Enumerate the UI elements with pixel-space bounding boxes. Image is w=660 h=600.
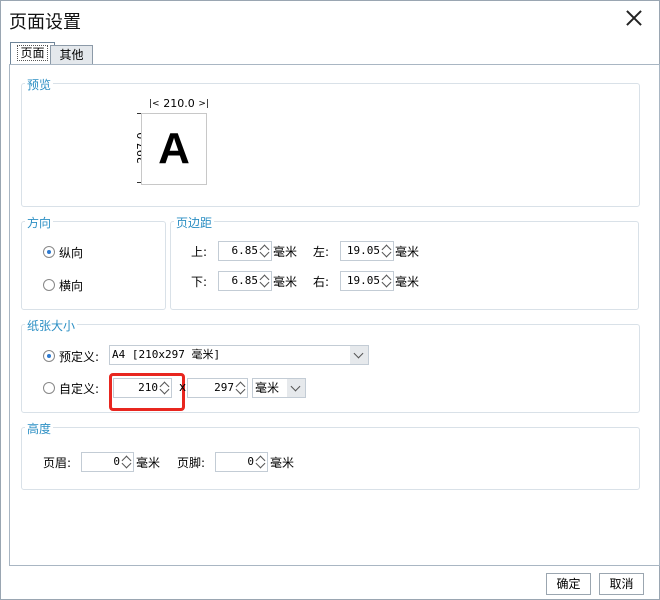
margin-bottom-unit: 毫米 <box>273 275 298 289</box>
cancel-button[interactable]: 取消 <box>599 573 644 595</box>
page-setup-dialog: 页面设置 页面 其他 预览 210.0 297.0 A 方向 纵向 横向 页边距… <box>0 0 660 600</box>
landscape-radio[interactable] <box>43 279 55 291</box>
header-value[interactable]: 0 <box>113 453 120 471</box>
dimension-separator: x <box>179 380 187 394</box>
preview-legend: 预览 <box>25 76 54 93</box>
margin-bottom-spinner[interactable]: 6.85 <box>218 271 272 291</box>
orientation-legend: 方向 <box>25 214 54 231</box>
margin-top-value[interactable]: 6.85 <box>232 242 259 260</box>
margin-left-stepper[interactable] <box>381 242 393 260</box>
portrait-radio[interactable] <box>43 246 55 258</box>
margins-group <box>170 221 639 310</box>
margin-right-value[interactable]: 19.05 <box>347 272 380 290</box>
custom-unit-select[interactable]: 毫米 <box>252 378 306 398</box>
dialog-title: 页面设置 <box>9 12 81 33</box>
predefined-radio[interactable] <box>43 350 55 362</box>
chevron-down-icon[interactable] <box>287 379 305 397</box>
preview-page: A <box>141 113 207 185</box>
predefined-label[interactable]: 预定义: <box>59 348 99 365</box>
landscape-label[interactable]: 横向 <box>59 277 83 294</box>
margin-right-stepper[interactable] <box>381 272 393 290</box>
margin-left-label: 左: <box>313 245 330 259</box>
footer-unit: 毫米 <box>270 456 295 470</box>
close-icon[interactable] <box>623 7 645 29</box>
margin-top-spinner[interactable]: 6.85 <box>218 241 272 261</box>
margin-top-unit: 毫米 <box>273 245 298 259</box>
margin-right-unit: 毫米 <box>395 275 420 289</box>
custom-radio[interactable] <box>43 382 55 394</box>
custom-label[interactable]: 自定义: <box>59 380 99 397</box>
custom-height-value[interactable]: 297 <box>214 379 234 397</box>
header-unit: 毫米 <box>136 456 161 470</box>
tab-page[interactable]: 页面 <box>10 42 55 65</box>
margin-top-label: 上: <box>191 245 208 259</box>
custom-width-highlight <box>109 373 185 411</box>
footer-label: 页脚: <box>177 456 206 470</box>
header-spinner[interactable]: 0 <box>81 452 134 472</box>
paper-size-legend: 纸张大小 <box>25 317 78 334</box>
predefined-paper-select[interactable]: A4 [210x297 毫米] <box>109 345 369 365</box>
margins-legend: 页边距 <box>174 214 215 231</box>
tab-page-label: 页面 <box>17 45 48 61</box>
portrait-label[interactable]: 纵向 <box>59 244 83 261</box>
title-bar: 页面设置 <box>1 1 659 37</box>
preview-letter: A <box>158 124 190 173</box>
margin-left-unit: 毫米 <box>395 245 420 259</box>
orientation-group <box>21 221 166 310</box>
margin-left-value[interactable]: 19.05 <box>347 242 380 260</box>
chevron-down-icon[interactable] <box>350 346 368 364</box>
height-legend: 高度 <box>25 420 54 437</box>
margin-top-stepper[interactable] <box>259 242 271 260</box>
preview-width-dimension: 210.0 <box>149 97 209 111</box>
margin-left-spinner[interactable]: 19.05 <box>340 241 394 261</box>
footer-spinner[interactable]: 0 <box>215 452 268 472</box>
tab-other[interactable]: 其他 <box>50 45 93 65</box>
margin-bottom-stepper[interactable] <box>259 272 271 290</box>
margin-bottom-label: 下: <box>191 275 208 289</box>
margin-bottom-value[interactable]: 6.85 <box>232 272 259 290</box>
footer-stepper[interactable] <box>255 453 267 471</box>
header-stepper[interactable] <box>121 453 133 471</box>
preview-group <box>21 83 640 207</box>
margin-right-label: 右: <box>313 275 330 289</box>
custom-unit-value[interactable]: 毫米 <box>255 379 279 397</box>
ok-button[interactable]: 确定 <box>546 573 591 595</box>
header-label: 页眉: <box>43 456 72 470</box>
footer-value[interactable]: 0 <box>247 453 254 471</box>
predefined-paper-value[interactable]: A4 [210x297 毫米] <box>112 346 220 364</box>
custom-height-spinner[interactable]: 297 <box>187 378 248 398</box>
custom-height-stepper[interactable] <box>235 379 247 397</box>
margin-right-spinner[interactable]: 19.05 <box>340 271 394 291</box>
